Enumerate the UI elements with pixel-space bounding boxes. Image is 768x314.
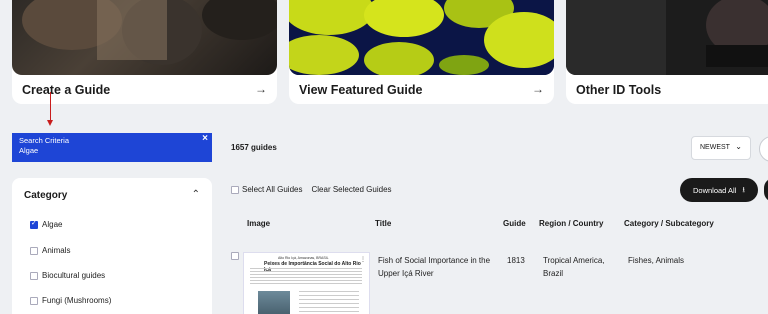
arrow-right-icon: → <box>532 82 544 96</box>
filter-item-label: Fungi (Mushrooms) <box>42 296 112 305</box>
other-tools-image <box>566 0 768 75</box>
category-filter-panel: Category ⌃ Algae Animals Biocultural gui… <box>12 178 212 314</box>
filter-item-algae[interactable]: Algae <box>30 219 63 229</box>
filter-item-label: Biocultural guides <box>42 271 106 280</box>
filter-item-fungi[interactable]: Fungi (Mushrooms) <box>30 296 111 305</box>
header-title: Title <box>375 219 392 228</box>
arrow-right-icon: → <box>255 82 267 96</box>
thumb-photo <box>258 291 290 314</box>
row-title-line: Fish of Social Importance in the <box>378 256 491 265</box>
thumb-text-lines <box>299 291 359 314</box>
search-criteria-title: Search Criteria <box>19 136 70 145</box>
close-icon[interactable]: × <box>202 134 208 144</box>
select-all-checkbox[interactable] <box>231 185 239 194</box>
create-guide-image <box>12 0 277 75</box>
thumb-text-lines <box>250 268 362 284</box>
row-region-line: Brazil <box>543 268 564 278</box>
row-title[interactable]: Fish of Social Importance in the Upper I… <box>378 255 490 280</box>
header-category: Category / Subcategory <box>624 219 714 228</box>
filter-item-animals[interactable]: Animals <box>30 246 70 255</box>
view-toggle-button[interactable] <box>759 136 768 162</box>
featured-guide-image <box>289 0 554 75</box>
download-icon: ⭳ <box>742 184 745 194</box>
featured-guide-label: View Featured Guide <box>299 83 423 97</box>
row-region-line: Tropical America, <box>543 256 605 265</box>
chevron-down-icon: ⌄ <box>735 142 742 151</box>
other-tools-label: Other ID Tools <box>576 83 662 97</box>
search-criteria-value: Algae <box>19 146 39 155</box>
sort-value: NEWEST <box>700 144 730 151</box>
header-region: Region / Country <box>539 219 604 228</box>
header-image: Image <box>247 219 271 228</box>
chevron-up-icon[interactable]: ⌃ <box>192 189 200 200</box>
other-tools-card[interactable]: Other ID Tools <box>566 0 768 104</box>
row-title-line: Upper Içá River <box>378 268 434 278</box>
search-criteria-box: Search Criteria Algae × <box>12 133 212 162</box>
thumb-header: Alto Rio Içá, Amazonas, BRASIL <box>278 256 329 260</box>
checkbox[interactable] <box>30 296 38 305</box>
featured-guide-card[interactable]: View Featured Guide → <box>289 0 554 104</box>
filter-item-biocultural[interactable]: Biocultural guides <box>30 271 105 280</box>
checkbox[interactable] <box>30 271 38 280</box>
checkbox[interactable] <box>30 219 38 229</box>
filter-item-label: Animals <box>42 246 71 255</box>
select-all-label[interactable]: Select All Guides <box>242 185 302 194</box>
row-category: Fishes, Animals <box>628 256 685 265</box>
more-vertical-icon[interactable]: ⋮ <box>360 256 366 263</box>
row-checkbox[interactable] <box>231 252 239 260</box>
guide-thumbnail[interactable]: Alto Rio Içá, Amazonas, BRASIL Peixes de… <box>243 252 370 314</box>
header-guide: Guide <box>503 219 526 228</box>
selection-controls: Select All Guides Clear Selected Guides <box>231 185 392 194</box>
create-guide-label: Create a Guide <box>22 83 111 97</box>
create-guide-card[interactable]: Create a Guide → <box>12 0 277 104</box>
checkbox[interactable] <box>30 246 38 255</box>
download-all-label: Download All <box>693 185 737 195</box>
filter-title: Category <box>24 190 68 201</box>
row-guide: 1813 <box>507 256 525 265</box>
annotation-arrow <box>47 92 53 126</box>
sort-select[interactable]: NEWEST ⌄ <box>691 136 751 160</box>
row-region: Tropical America, Brazil <box>543 255 605 280</box>
clear-selected-link[interactable]: Clear Selected Guides <box>311 185 391 194</box>
more-button[interactable] <box>764 178 768 202</box>
download-all-button[interactable]: Download All ⭳ <box>680 178 758 202</box>
results-count: 1657 guides <box>231 143 277 152</box>
filter-item-label: Algae <box>42 220 63 229</box>
